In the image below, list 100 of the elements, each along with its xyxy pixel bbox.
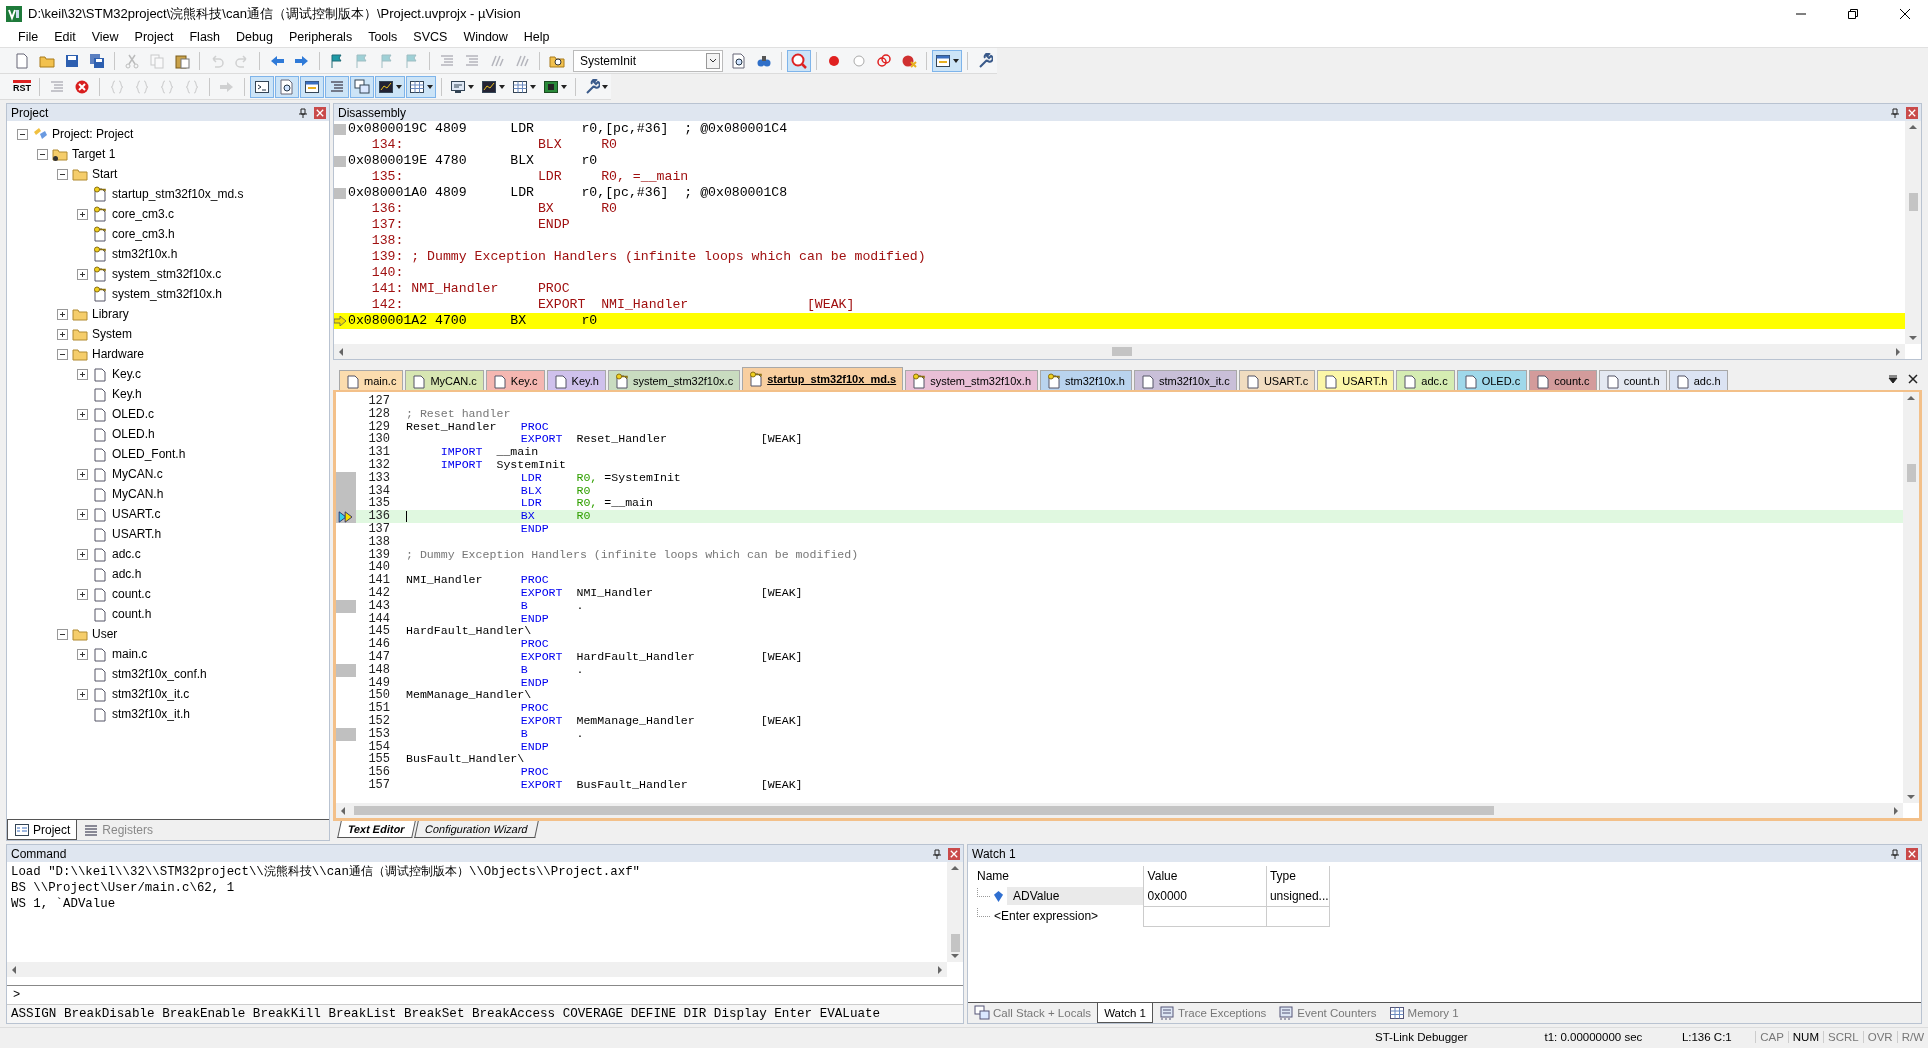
menu-item[interactable]: Project bbox=[126, 30, 182, 44]
tree-item[interactable]: stm32f10x_conf.h bbox=[112, 667, 207, 681]
file-tab[interactable]: OLED.c bbox=[1456, 370, 1528, 390]
tree-item[interactable]: OLED.c bbox=[112, 407, 154, 421]
tree-item[interactable]: Target 1 bbox=[72, 147, 116, 161]
close-button[interactable] bbox=[1906, 106, 1918, 119]
tree-item[interactable]: system_stm32f10x.c bbox=[112, 267, 222, 281]
file-tab[interactable]: count.c bbox=[1529, 370, 1597, 390]
horizontal-scrollbar[interactable] bbox=[336, 803, 1903, 818]
menu-item[interactable]: Edit bbox=[46, 30, 84, 44]
variable-name[interactable]: ADValue bbox=[1007, 887, 1143, 905]
collapse-button[interactable] bbox=[57, 348, 68, 360]
tree-item[interactable]: adc.h bbox=[112, 567, 142, 581]
tree-item[interactable]: Start bbox=[92, 167, 118, 181]
toolbar-button[interactable] bbox=[406, 75, 436, 98]
menu-item[interactable]: Help bbox=[515, 30, 558, 44]
tree-item[interactable]: core_cm3.c bbox=[112, 207, 175, 221]
expand-button[interactable] bbox=[57, 328, 68, 340]
tree-item[interactable]: User bbox=[92, 627, 118, 641]
toolbar-button[interactable] bbox=[932, 49, 962, 72]
tree-item[interactable]: core_cm3.h bbox=[112, 227, 175, 241]
expand-button[interactable] bbox=[77, 688, 88, 700]
tree-item[interactable]: USART.h bbox=[112, 527, 162, 541]
file-tab[interactable]: stm32f10x.h bbox=[1040, 370, 1132, 390]
pin-icon[interactable] bbox=[1890, 848, 1900, 859]
file-tab[interactable]: main.c bbox=[339, 370, 404, 390]
menu-item[interactable]: Debug bbox=[228, 30, 281, 44]
expand-button[interactable] bbox=[77, 368, 88, 380]
expand-button[interactable] bbox=[77, 208, 88, 220]
expand-button[interactable] bbox=[77, 508, 88, 520]
toolbar-button[interactable] bbox=[300, 75, 324, 98]
collapse-button[interactable] bbox=[17, 128, 28, 140]
tree-item[interactable]: main.c bbox=[112, 647, 148, 661]
pin-icon[interactable] bbox=[1890, 107, 1900, 118]
vertical-scrollbar[interactable] bbox=[1905, 121, 1921, 344]
editor-tab[interactable]: Text Editor bbox=[337, 821, 416, 838]
tree-item[interactable]: MyCAN.h bbox=[112, 487, 164, 501]
column-header[interactable]: Type bbox=[1265, 866, 1330, 886]
expand-button[interactable] bbox=[77, 468, 88, 480]
expand-button[interactable] bbox=[77, 648, 88, 660]
caret-icon[interactable] bbox=[1888, 374, 1898, 384]
tree-item[interactable]: MyCAN.c bbox=[112, 467, 163, 481]
tree-item[interactable]: Hardware bbox=[92, 347, 145, 361]
expand-button[interactable] bbox=[77, 408, 88, 420]
file-tab[interactable]: USART.c bbox=[1238, 370, 1316, 390]
pin-icon[interactable] bbox=[932, 848, 942, 859]
menu-item[interactable]: Peripherals bbox=[280, 30, 361, 44]
menu-item[interactable]: Tools bbox=[360, 30, 406, 44]
tree-item[interactable]: Key.c bbox=[112, 367, 142, 381]
column-header[interactable]: Value bbox=[1142, 866, 1266, 886]
file-tab[interactable]: Key.h bbox=[546, 370, 606, 390]
tree-item[interactable]: system_stm32f10x.h bbox=[112, 287, 223, 301]
close-icon[interactable] bbox=[1908, 374, 1918, 384]
tree-item[interactable]: OLED.h bbox=[112, 427, 155, 441]
toolbar-button[interactable]: RST bbox=[10, 75, 34, 98]
expand-button[interactable] bbox=[77, 268, 88, 280]
close-button[interactable] bbox=[1906, 847, 1918, 860]
tree-item[interactable]: OLED_Font.h bbox=[112, 447, 186, 461]
file-tab[interactable]: count.h bbox=[1598, 370, 1667, 390]
panel-tab[interactable]: Project bbox=[7, 820, 78, 840]
horizontal-scrollbar[interactable] bbox=[7, 962, 947, 977]
collapse-button[interactable] bbox=[57, 168, 68, 180]
panel-tab[interactable]: Event Counters bbox=[1272, 1003, 1383, 1023]
collapse-button[interactable] bbox=[57, 628, 68, 640]
close-button[interactable] bbox=[948, 847, 960, 860]
panel-tab[interactable]: Memory 1 bbox=[1382, 1003, 1465, 1023]
tree-item[interactable]: adc.c bbox=[112, 547, 141, 561]
expand-button[interactable] bbox=[77, 588, 88, 600]
file-tab[interactable]: adc.h bbox=[1668, 370, 1728, 390]
expand-button[interactable] bbox=[77, 548, 88, 560]
tree-item[interactable]: count.h bbox=[112, 607, 152, 621]
pin-icon[interactable] bbox=[298, 107, 308, 118]
function-dropdown[interactable]: SystemInit bbox=[573, 49, 723, 72]
menu-item[interactable]: File bbox=[10, 30, 47, 44]
editor-tab[interactable]: Configuration Wizard bbox=[413, 821, 539, 838]
close-button[interactable] bbox=[314, 106, 326, 119]
tree-item[interactable]: stm32f10x_it.c bbox=[112, 687, 190, 701]
tree-item[interactable]: Project: Project bbox=[52, 127, 134, 141]
expand-button[interactable] bbox=[57, 308, 68, 320]
panel-tab[interactable]: Call Stack + Locals bbox=[968, 1003, 1098, 1023]
panel-tab[interactable]: Trace Exceptions bbox=[1152, 1003, 1273, 1023]
file-tab[interactable]: system_stm32f10x.c bbox=[607, 370, 741, 390]
menu-item[interactable]: SVCS bbox=[405, 30, 456, 44]
vertical-scrollbar[interactable] bbox=[1903, 392, 1919, 803]
tree-item[interactable]: System bbox=[92, 327, 132, 341]
menu-item[interactable]: View bbox=[83, 30, 127, 44]
file-tab[interactable]: MyCAN.c bbox=[405, 370, 484, 390]
menu-item[interactable]: Window bbox=[455, 30, 516, 44]
file-tab[interactable]: startup_stm32f10x_md.s bbox=[742, 367, 904, 390]
toolbar-button[interactable] bbox=[250, 75, 274, 98]
column-header[interactable]: Name bbox=[974, 866, 1143, 886]
file-tab[interactable]: USART.h bbox=[1317, 370, 1395, 390]
tree-item[interactable]: Key.h bbox=[112, 387, 142, 401]
toolbar-button[interactable] bbox=[375, 75, 405, 98]
file-tab[interactable]: adc.c bbox=[1396, 370, 1455, 390]
collapse-button[interactable] bbox=[37, 148, 48, 160]
file-tab[interactable]: system_stm32f10x.h bbox=[905, 370, 1039, 390]
panel-tab[interactable]: Watch 1 bbox=[1097, 1003, 1153, 1023]
file-tab[interactable]: stm32f10x_it.c bbox=[1133, 370, 1237, 390]
vertical-scrollbar[interactable] bbox=[947, 862, 963, 962]
